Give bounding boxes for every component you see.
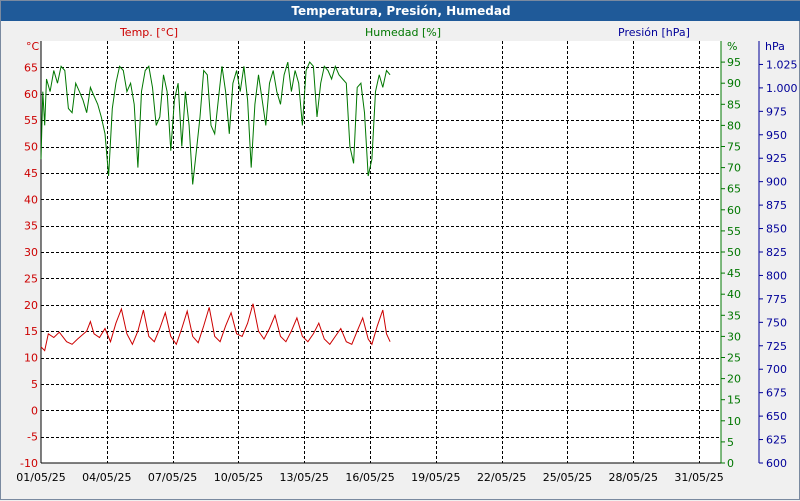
temp-tick-label: -10 <box>20 457 38 470</box>
temp-tick-label: 60 <box>24 88 38 101</box>
x-tick-label: 31/05/25 <box>674 471 723 484</box>
hum-tick-label: 25 <box>727 352 741 365</box>
pres-tick-label: 1.025 <box>766 58 798 71</box>
pres-tick-label: 825 <box>766 246 787 259</box>
hum-tick-label: 55 <box>727 225 741 238</box>
hum-tick-label: 90 <box>727 77 741 90</box>
temp-tick-label: 5 <box>31 378 38 391</box>
x-tick-label: 13/05/25 <box>280 471 329 484</box>
pres-tick-label: 675 <box>766 387 787 400</box>
temp-tick-label: 15 <box>24 325 38 338</box>
hum-tick-label: 40 <box>727 288 741 301</box>
hum-tick-label: 80 <box>727 119 741 132</box>
hum-tick-label: 5 <box>727 436 734 449</box>
temp-tick-label: 65 <box>24 61 38 74</box>
temp-tick-label: 40 <box>24 193 38 206</box>
x-tick-label: 07/05/25 <box>148 471 197 484</box>
temp-tick-label: 25 <box>24 272 38 285</box>
pres-unit-label: hPa <box>765 40 785 53</box>
hum-tick-label: 45 <box>727 267 741 280</box>
pres-tick-label: 900 <box>766 176 787 189</box>
pres-tick-label: 625 <box>766 434 787 447</box>
pres-tick-label: 775 <box>766 293 787 306</box>
x-tick-label: 16/05/25 <box>345 471 394 484</box>
hum-tick-label: 10 <box>727 415 741 428</box>
pres-tick-label: 850 <box>766 223 787 236</box>
x-tick-label: 04/05/25 <box>82 471 131 484</box>
hum-tick-label: 65 <box>727 183 741 196</box>
hum-tick-label: 30 <box>727 330 741 343</box>
pres-tick-label: 925 <box>766 152 787 165</box>
pres-tick-label: 650 <box>766 410 787 423</box>
x-tick-label: 10/05/25 <box>214 471 263 484</box>
temp-tick-label: 0 <box>31 404 38 417</box>
pres-tick-label: 800 <box>766 269 787 282</box>
hum-tick-label: 0 <box>727 457 734 470</box>
hum-axis-title: Humedad [%] <box>365 26 441 39</box>
hum-tick-label: 70 <box>727 162 741 175</box>
hum-tick-label: 35 <box>727 309 741 322</box>
temp-unit-label: °C <box>26 40 40 53</box>
temp-tick-label: -5 <box>27 431 38 444</box>
hum-tick-label: 50 <box>727 246 741 259</box>
temp-tick-label: 55 <box>24 114 38 127</box>
chart-svg: °C Temp. [°C] Humedad [%] Presión [hPa] … <box>16 26 798 484</box>
pres-tick-label: 600 <box>766 457 787 470</box>
pres-tick-label: 950 <box>766 129 787 142</box>
chart-window: Temperatura, Presión, Humedad °C Temp. [… <box>0 0 800 500</box>
temp-tick-label: 50 <box>24 141 38 154</box>
x-tick-label: 19/05/25 <box>411 471 460 484</box>
temp-tick-label: 35 <box>24 220 38 233</box>
hum-tick-label: 95 <box>727 56 741 69</box>
x-tick-label: 22/05/25 <box>477 471 526 484</box>
hum-tick-label: 15 <box>727 394 741 407</box>
temp-tick-label: 30 <box>24 246 38 259</box>
hum-tick-label: 20 <box>727 373 741 386</box>
temp-tick-label: 10 <box>24 352 38 365</box>
pres-tick-label: 875 <box>766 199 787 212</box>
x-tick-label: 28/05/25 <box>609 471 658 484</box>
x-tick-label: 01/05/25 <box>16 471 65 484</box>
pres-axis-title: Presión [hPa] <box>618 26 690 39</box>
pres-tick-label: 750 <box>766 316 787 329</box>
hum-unit-label: % <box>727 40 737 53</box>
hum-tick-label: 60 <box>727 204 741 217</box>
pres-tick-label: 975 <box>766 105 787 118</box>
x-tick-label: 25/05/25 <box>543 471 592 484</box>
pres-tick-label: 1.000 <box>766 82 798 95</box>
pres-tick-label: 725 <box>766 340 787 353</box>
temp-tick-label: 20 <box>24 299 38 312</box>
hum-tick-label: 75 <box>727 141 741 154</box>
temp-axis-title: Temp. [°C] <box>119 26 178 39</box>
hum-tick-label: 85 <box>727 98 741 111</box>
pres-tick-label: 700 <box>766 363 787 376</box>
temp-tick-label: 45 <box>24 167 38 180</box>
